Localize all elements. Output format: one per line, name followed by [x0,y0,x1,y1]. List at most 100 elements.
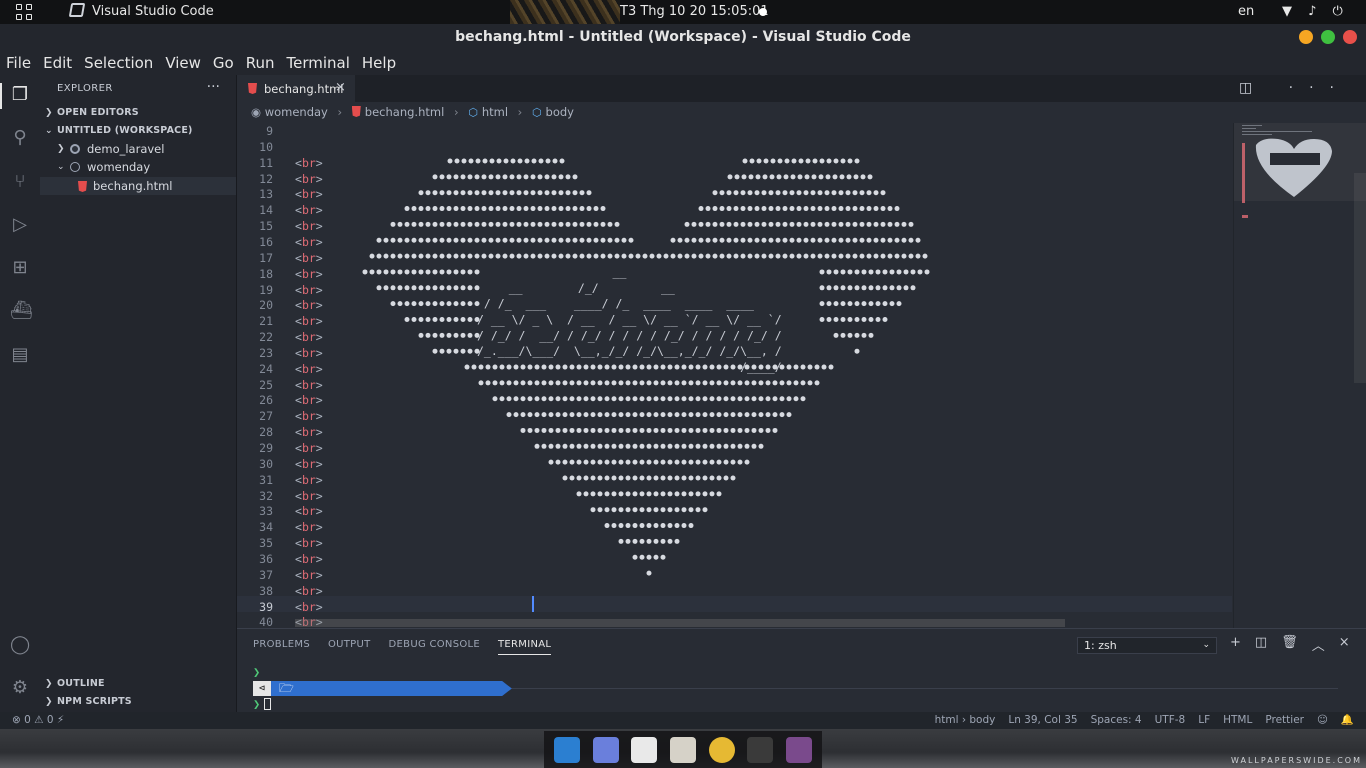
code-line: <br> [295,361,323,376]
dock-files-icon[interactable] [665,734,701,766]
close-panel-button[interactable]: × [1339,635,1350,654]
maximize-button[interactable] [1321,30,1335,44]
source-control-icon[interactable]: ⑂ [10,172,30,192]
wallpaper-fragment [510,0,620,24]
section-workspace[interactable]: ⌄ UNTITLED (WORKSPACE) [40,122,237,140]
dock-vscode-icon[interactable] [549,734,585,766]
section-outline[interactable]: ❯ OUTLINE [40,675,237,693]
account-icon[interactable]: ◯ [10,635,30,655]
code-line: <br> [295,250,323,265]
tree-item-demo-laravel[interactable]: ❯ demo_laravel [40,140,236,158]
activities-grid-icon[interactable] [16,4,34,20]
tree-item-womenday[interactable]: ⌄ womenday [40,158,236,176]
code-editor[interactable]: 9 10 11 <br> 12 <br> 13 <br> 14 <br> 15 <br> 16 <br> 1… [237,123,1366,628]
svg-text:/ /_/ / __/ / /_/ / / / / /_/: / /_/ / __/ / /_/ / / / / /_/ / / / / /_… [477,328,782,342]
status-eol[interactable]: LF [1198,712,1210,729]
breadcrumb-body[interactable]: ⬡ body [532,102,574,123]
status-prettier[interactable]: Prettier [1265,712,1304,729]
more-actions-icon[interactable]: ··· [207,79,220,95]
maximize-panel-button[interactable]: ︿ [1312,635,1325,654]
tab-close-icon[interactable]: × [335,80,346,95]
line-number: 31 [259,472,273,487]
dock [544,731,822,768]
line-number: 37 [259,567,273,582]
element-cube-icon: ⬡ [468,106,478,119]
line-number: 17 [259,250,273,265]
vertical-scrollbar[interactable] [1354,173,1366,383]
code-line: <br> [295,520,323,535]
line-number: 11 [259,155,273,170]
new-terminal-button[interactable]: + [1230,635,1241,654]
line-number: 13 [259,187,273,202]
chevron-right-icon: ❯ [45,679,53,689]
folder-root-icon: ◉ [251,105,262,119]
dock-screenshot-icon[interactable] [588,734,624,766]
app-menu[interactable]: Visual Studio Code [68,0,214,24]
editor-actions[interactable]: ◫ ··· [1239,80,1350,96]
panel-tab-problems[interactable]: PROBLEMS [253,639,310,655]
menu-go[interactable]: Go [213,51,240,75]
line-number: 29 [259,441,273,455]
panel-tab-terminal[interactable]: TERMINAL [498,639,552,655]
menu-bar: File Edit Selection View Go Run Terminal… [0,51,1366,75]
svg-text:__ /_/ __: __ /_/ __ [481,281,675,295]
search-icon[interactable]: ⚲ [10,128,30,148]
dock-text-editor-icon[interactable] [626,734,662,766]
code-line: <br> [295,314,323,329]
close-button[interactable] [1343,30,1357,44]
chevron-right-icon: ❯ [57,144,65,154]
breadcrumb: ◉ womenday › bechang.html › ⬡ html › ⬡ bod… [237,102,1366,123]
code-line: <br> [295,155,323,170]
minimap[interactable] [1233,123,1366,628]
code-line: <br> [295,393,323,408]
panel-tab-output[interactable]: OUTPUT [328,639,371,655]
menu-terminal[interactable]: Terminal [287,51,356,75]
kill-terminal-button[interactable]: 🗑 [1281,635,1298,654]
split-terminal-button[interactable]: ◫ [1255,635,1267,654]
problems-status[interactable]: ⊗ 0 ⚠ 0 ⚡ [12,712,64,729]
tab-bechang-html[interactable]: bechang.html × [237,75,355,102]
menu-view[interactable]: View [165,51,207,75]
dock-java-ee-ide-icon[interactable] [781,734,817,766]
line-number: 26 [259,393,273,408]
prompt-arrow: ❯ [253,665,261,679]
run-debug-icon[interactable]: ▷ [10,215,30,235]
panel-tab-debug-console[interactable]: DEBUG CONSOLE [389,639,480,655]
settings-gear-icon[interactable]: ⚙ [10,678,30,698]
section-open-editors[interactable]: ❯ OPEN EDITORS [40,104,237,122]
docker-icon[interactable]: ⛴ [10,301,33,321]
menu-run[interactable]: Run [246,51,281,75]
status-encoding[interactable]: UTF-8 [1155,712,1186,729]
dock-terminal-icon[interactable] [743,734,779,766]
html-file-icon [351,106,361,117]
feedback-icon[interactable]: ☺ [1317,712,1328,729]
status-indentation[interactable]: Spaces: 4 [1091,712,1142,729]
explorer-icon[interactable]: ❐ [10,85,30,105]
minimize-button[interactable] [1299,30,1313,44]
terminal-output[interactable]: ❯ ⊲ 🗁 /opt/lampp/htdocs/demo_laravel ❯ [253,665,1338,711]
horizontal-scrollbar[interactable] [295,619,1065,627]
explorer-sidebar: EXPLORER ··· ❯ OPEN EDITORS ⌄ UNTITLED (… [40,75,237,712]
breadcrumb-folder[interactable]: ◉ womenday [251,102,328,123]
status-language[interactable]: HTML [1223,712,1252,729]
menu-selection[interactable]: Selection [84,51,159,75]
clock[interactable]: T3 Thg 10 20 15:05:01 [620,0,769,24]
tree-item-bechang-html[interactable]: bechang.html [40,177,236,195]
menu-edit[interactable]: Edit [43,51,78,75]
line-number: 21 [259,314,273,329]
menu-file[interactable]: File [6,51,37,75]
section-npm-scripts[interactable]: ❯ NPM SCRIPTS [40,693,237,711]
status-cursor-position[interactable]: Ln 39, Col 35 [1008,712,1077,729]
line-number: 22 [259,330,273,345]
status-breadcrumb[interactable]: html › body [935,712,996,729]
dock-chrome-icon[interactable] [704,734,740,766]
terminal-select[interactable]: 1: zsh ⌄ [1077,637,1217,654]
breadcrumb-html[interactable]: ⬡ html [468,102,508,123]
breadcrumb-file[interactable]: bechang.html [351,102,444,123]
notebook-icon[interactable]: ▤ [10,345,30,365]
menu-help[interactable]: Help [362,51,402,75]
notifications-bell-icon[interactable]: 🔔 [1341,712,1354,729]
input-language[interactable]: en [1238,0,1254,24]
extensions-icon[interactable]: ⊞ [10,258,30,278]
system-tray[interactable]: ▼ ♪ ⏻ [1282,0,1349,24]
